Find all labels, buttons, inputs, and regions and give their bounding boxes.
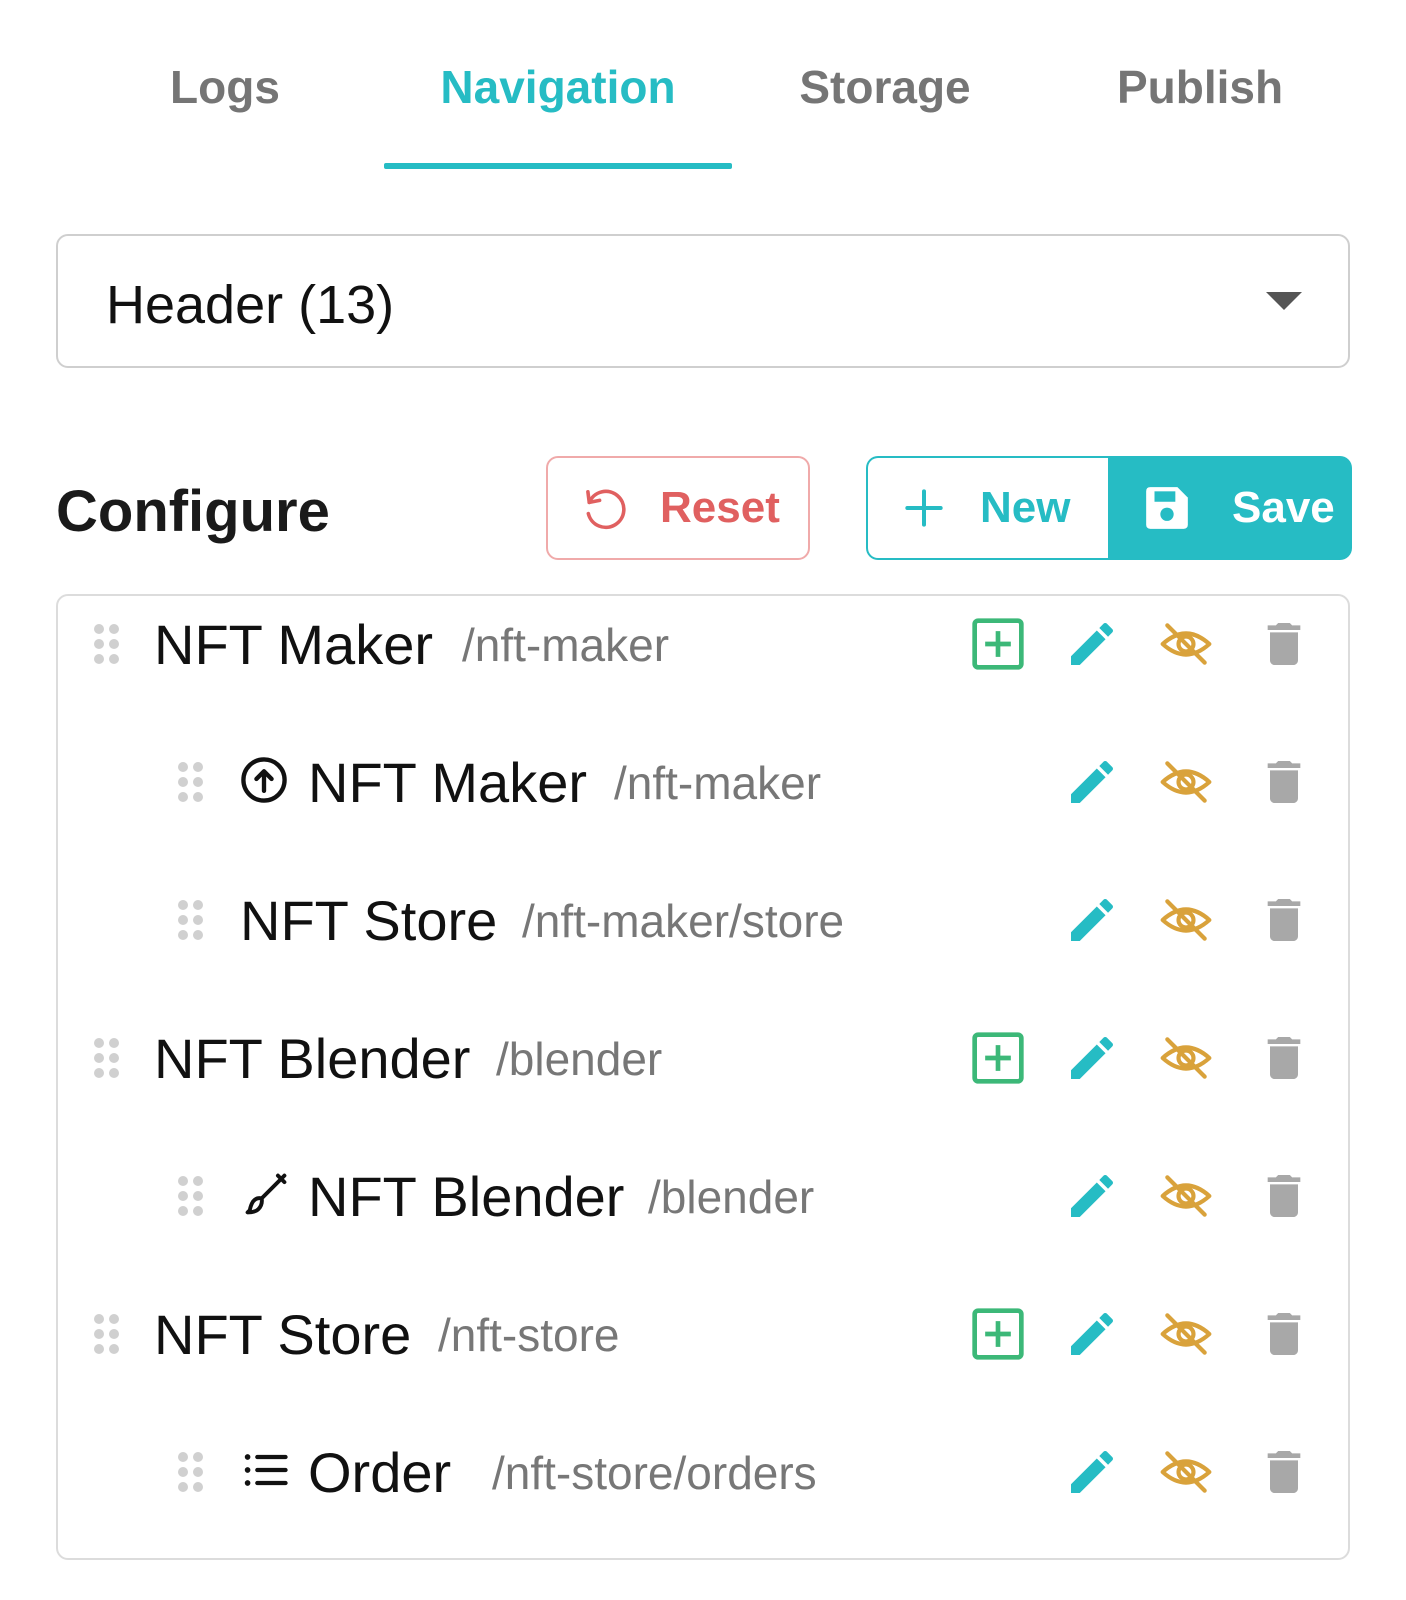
undo-icon [586, 489, 626, 530]
list-item: NFT Maker /nft-maker [58, 734, 1348, 872]
save-button[interactable]: Save [1108, 456, 1352, 560]
pencil-icon[interactable] [1064, 1444, 1120, 1500]
section-title: Configure [56, 479, 330, 544]
tab-bar: Logs Navigation Storage Publish [0, 0, 1406, 175]
floppy-disk-icon [1146, 487, 1188, 529]
drag-handle-icon[interactable] [94, 624, 120, 664]
add-child-icon[interactable] [970, 1306, 1026, 1362]
tab-navigation[interactable]: Navigation [398, 60, 718, 114]
brush-icon [245, 1173, 287, 1215]
item-path: /nft-store/orders [492, 1447, 817, 1499]
trash-icon[interactable] [1256, 892, 1312, 948]
new-button[interactable]: New [866, 456, 1110, 560]
reset-label: Reset [660, 483, 780, 532]
list-item: NFT Store /nft-store [58, 1286, 1348, 1424]
new-label: New [980, 483, 1071, 532]
trash-icon[interactable] [1256, 1030, 1312, 1086]
drag-handle-icon[interactable] [178, 762, 204, 802]
item-label: Order [308, 1441, 452, 1504]
add-child-icon[interactable] [970, 616, 1026, 672]
drag-handle-icon[interactable] [178, 1452, 204, 1492]
pencil-icon[interactable] [1064, 616, 1120, 672]
item-path: /nft-maker/store [522, 895, 845, 947]
menu-select-value: Header (13) [106, 275, 395, 335]
trash-icon[interactable] [1256, 754, 1312, 810]
item-path: /blender [648, 1171, 815, 1223]
item-path: /nft-maker [614, 757, 822, 809]
plus-icon [905, 489, 943, 527]
drag-handle-icon[interactable] [178, 900, 204, 940]
active-tab-indicator [384, 163, 732, 169]
tab-publish[interactable]: Publish [1080, 60, 1320, 114]
trash-icon[interactable] [1256, 1306, 1312, 1362]
eye-off-icon[interactable] [1158, 1030, 1214, 1086]
list-item: NFT Blender /blender [58, 1148, 1348, 1286]
reset-button[interactable]: Reset [546, 456, 810, 560]
eye-off-icon[interactable] [1158, 1444, 1214, 1500]
list-item: NFT Blender /blender [58, 1010, 1348, 1148]
list-item: Order /nft-store/orders [58, 1424, 1348, 1558]
item-label: NFT Blender [308, 1165, 625, 1228]
arrow-up-circle-icon [241, 757, 287, 803]
pencil-icon[interactable] [1064, 1306, 1120, 1362]
eye-off-icon[interactable] [1158, 754, 1214, 810]
eye-off-icon[interactable] [1158, 1168, 1214, 1224]
trash-icon[interactable] [1256, 616, 1312, 672]
list-item: NFT Store /nft-maker/store [58, 872, 1348, 1010]
eye-off-icon[interactable] [1158, 892, 1214, 948]
drag-handle-icon[interactable] [178, 1176, 204, 1216]
pencil-icon[interactable] [1064, 1168, 1120, 1224]
pencil-icon[interactable] [1064, 754, 1120, 810]
list-icon [244, 1454, 288, 1486]
drag-handle-icon[interactable] [94, 1314, 120, 1354]
item-label: NFT Store [154, 1303, 412, 1366]
save-label: Save [1232, 483, 1335, 532]
item-label: NFT Maker [308, 751, 587, 814]
pencil-icon[interactable] [1064, 892, 1120, 948]
chevron-down-icon [1266, 292, 1302, 310]
item-label: NFT Maker [154, 613, 433, 676]
item-path: /blender [496, 1033, 663, 1085]
eye-off-icon[interactable] [1158, 1306, 1214, 1362]
pencil-icon[interactable] [1064, 1030, 1120, 1086]
item-path: /nft-maker [462, 619, 670, 671]
list-item: NFT Maker /nft-maker [58, 596, 1348, 734]
trash-icon[interactable] [1256, 1168, 1312, 1224]
item-label: NFT Store [240, 889, 498, 952]
drag-handle-icon[interactable] [94, 1038, 120, 1078]
tab-logs[interactable]: Logs [150, 60, 300, 114]
eye-off-icon[interactable] [1158, 616, 1214, 672]
item-path: /nft-store [438, 1309, 620, 1361]
add-child-icon[interactable] [970, 1030, 1026, 1086]
item-label: NFT Blender [154, 1027, 471, 1090]
trash-icon[interactable] [1256, 1444, 1312, 1500]
tab-storage[interactable]: Storage [770, 60, 1000, 114]
nav-item-list: NFT Maker /nft-maker NFT Maker /nft-make… [56, 594, 1350, 1560]
menu-select[interactable]: Header (13) [56, 234, 1350, 368]
